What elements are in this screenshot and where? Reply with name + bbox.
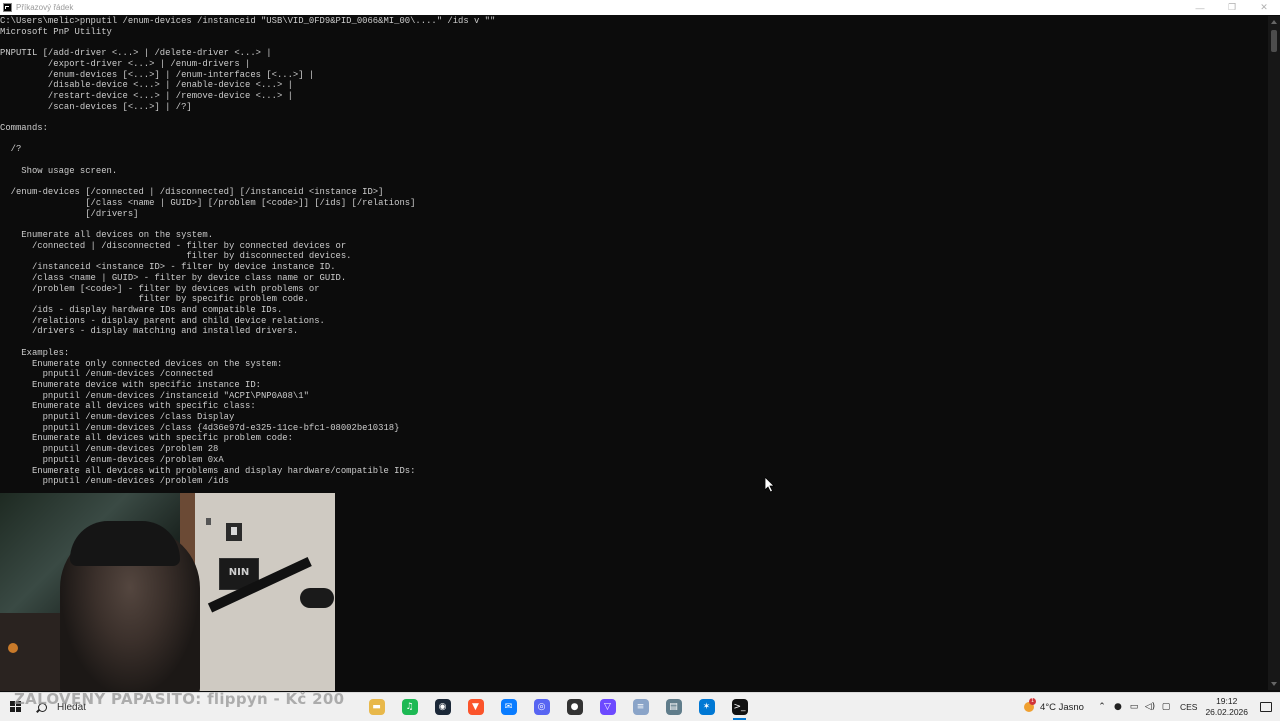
notification-center-icon[interactable] [1258, 699, 1274, 715]
clock-time: 19:12 [1216, 696, 1238, 706]
taskbar-app-proton-vpn[interactable]: ▽ [591, 693, 624, 721]
spotify-icon: ♫ [401, 699, 418, 715]
taskbar-app-app[interactable]: ▤ [657, 693, 690, 721]
messenger-icon: ✉ [500, 699, 517, 715]
webcam-poster-text: NIN [228, 567, 250, 578]
app-icon: ▤ [665, 699, 682, 715]
terminal-icon: >_ [731, 699, 748, 715]
hardware-icon[interactable]: ▢ [1158, 699, 1174, 715]
scroll-down-arrow-icon[interactable] [1271, 682, 1277, 686]
webcam-microphone [300, 588, 334, 608]
webcam-person-cap [70, 521, 180, 566]
chevron-up-icon[interactable]: ⌃ [1094, 699, 1110, 715]
cmd-app-icon [3, 3, 12, 12]
file-explorer-icon: ▬ [368, 699, 385, 715]
proton-vpn-icon: ▽ [599, 699, 616, 715]
clock[interactable]: 19:12 26.02.2026 [1205, 696, 1248, 718]
webcam-picture-frame [226, 523, 242, 541]
scrollbar-thumb[interactable] [1271, 30, 1277, 52]
taskbar-app-spotify[interactable]: ♫ [393, 693, 426, 721]
taskbar-apps: ▬ ♫ ◉ ▼ ✉ ◎ ● ▽ ≡ ▤ ✶ >_ [360, 693, 756, 721]
window-controls: — ❐ ✕ [1184, 0, 1280, 15]
steam-icon: ◉ [434, 699, 451, 715]
close-button[interactable]: ✕ [1248, 0, 1280, 15]
webcam-overlay: NIN [0, 493, 335, 691]
taskbar-app-steam[interactable]: ◉ [426, 693, 459, 721]
taskbar-app-terminal[interactable]: >_ [723, 693, 756, 721]
console-scrollbar[interactable] [1268, 16, 1280, 690]
taskbar-app-chrome[interactable]: ● [558, 693, 591, 721]
weather-sun-icon: 1 [1024, 698, 1037, 712]
console-text: C:\Users\melic>pnputil /enum-devices /in… [0, 16, 496, 487]
scroll-up-arrow-icon[interactable] [1271, 20, 1277, 24]
weather-alert-badge: 1 [1029, 698, 1037, 705]
chrome-icon: ● [566, 699, 583, 715]
taskbar-app-discord[interactable]: ◎ [525, 693, 558, 721]
window-titlebar: Příkazový řádek — ❐ ✕ [0, 0, 1280, 15]
webcam-lamp [8, 643, 18, 653]
system-tray: 1 4°C Jasno ⌃ ● ▭ ◁) ▢ CES 19:12 26.02.2… [1024, 693, 1280, 721]
volume-icon[interactable]: ◁) [1142, 699, 1158, 715]
window-title: Příkazový řádek [16, 3, 74, 12]
maximize-button[interactable]: ❐ [1216, 0, 1248, 15]
discord-icon: ◎ [533, 699, 550, 715]
network-icon[interactable]: ▭ [1126, 699, 1142, 715]
clock-date: 26.02.2026 [1205, 707, 1248, 717]
language-indicator[interactable]: CES [1180, 702, 1197, 712]
minimize-button[interactable]: — [1184, 0, 1216, 15]
weather-widget[interactable]: 1 4°C Jasno [1024, 698, 1084, 713]
mouse-cursor-icon [765, 477, 775, 493]
taskbar-app-brave[interactable]: ▼ [459, 693, 492, 721]
taskbar-app-notepad[interactable]: ≡ [624, 693, 657, 721]
stream-donation-ticker: ZALOVENY PAPASITO: flippyn - Kč 200 [14, 690, 345, 708]
webcam-light-switch [206, 518, 211, 525]
brave-icon: ▼ [467, 699, 484, 715]
taskbar-app-vscode[interactable]: ✶ [690, 693, 723, 721]
notepad-icon: ≡ [632, 699, 649, 715]
taskbar-app-file-explorer[interactable]: ▬ [360, 693, 393, 721]
weather-text: 4°C Jasno [1040, 701, 1084, 713]
microphone-icon[interactable]: ● [1110, 699, 1126, 715]
vscode-icon: ✶ [698, 699, 715, 715]
taskbar-app-messenger[interactable]: ✉ [492, 693, 525, 721]
